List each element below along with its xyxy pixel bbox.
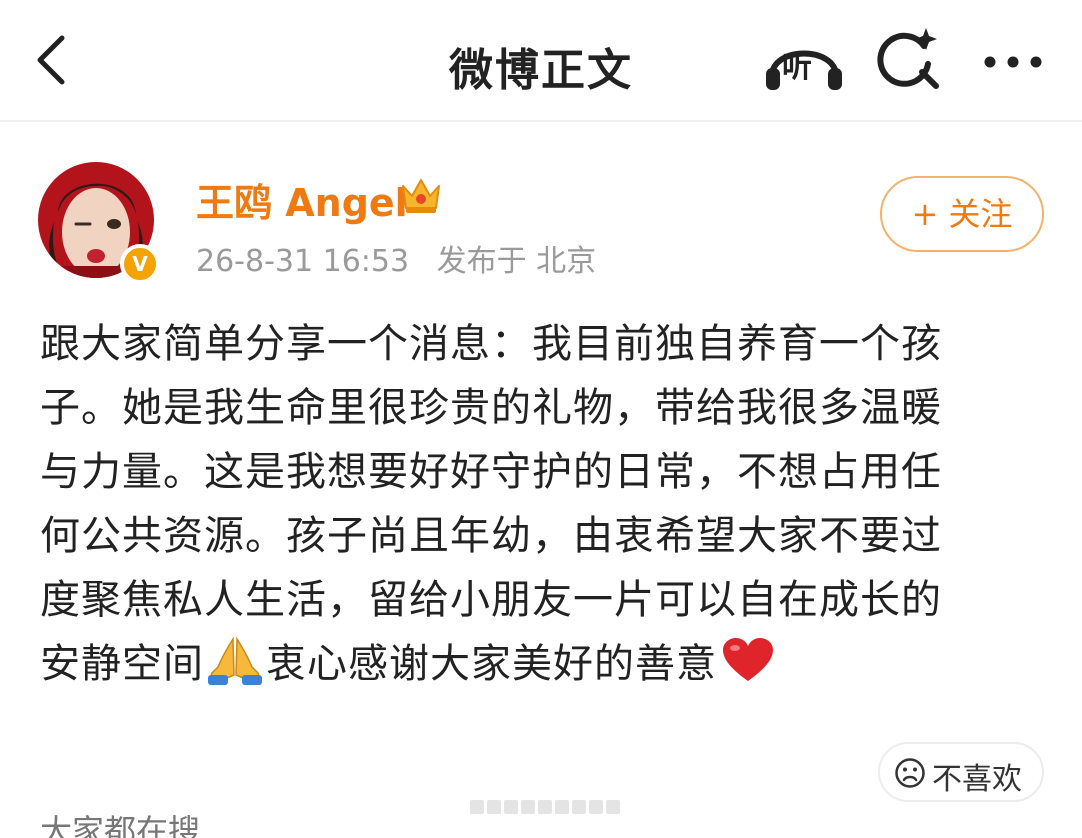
indicator-dot	[487, 800, 501, 814]
post-line: 子。她是我生命里很珍贵的礼物，带给我很多温暖	[40, 385, 942, 431]
listen-label: 听	[782, 50, 812, 85]
more-button[interactable]	[978, 42, 1048, 82]
search-sparkle-icon	[877, 28, 939, 89]
more-dots-icon	[984, 56, 1042, 68]
post-meta: 26-8-31 16:53 发布于 北京	[196, 236, 596, 280]
verified-badge: V	[120, 244, 160, 284]
post-text-segment: 安静空间	[40, 641, 204, 687]
post-content: 跟大家简单分享一个消息：我目前独自养育一个孩 子。她是我生命里很珍贵的礼物，带给…	[40, 312, 1040, 696]
indicator-dot	[589, 800, 603, 814]
scroll-indicator	[470, 800, 620, 814]
indicator-dot	[470, 800, 484, 814]
indicator-dot	[538, 800, 552, 814]
listen-button[interactable]: 听	[764, 30, 844, 92]
post-line: 何公共资源。孩子尚且年幼，由衷希望大家不要过	[40, 513, 942, 559]
dislike-button[interactable]: 不喜欢	[878, 742, 1044, 802]
author-avatar-wrap: V	[38, 162, 160, 284]
indicator-dot	[572, 800, 586, 814]
dislike-label: 不喜欢	[932, 762, 1022, 797]
post-text-segment: 衷心感谢大家美好的善意	[266, 641, 717, 687]
post-location: 发布于 北京	[436, 244, 597, 279]
search-button[interactable]	[876, 26, 942, 92]
post-line-last: 安静空间 衷心感谢大家美好的善意	[40, 632, 1040, 696]
indicator-dot	[606, 800, 620, 814]
indicator-dot	[521, 800, 535, 814]
post-line: 度聚焦私人生活，留给小朋友一片可以自在成长的	[40, 577, 942, 623]
heart-emoji-icon	[723, 638, 773, 681]
sad-face-icon	[895, 758, 925, 788]
indicator-dot	[504, 800, 518, 814]
trending-label: 大家都在搜	[40, 812, 201, 838]
author-name[interactable]: 王鸥 Angel	[196, 172, 408, 227]
top-bar: 微博正文 听	[0, 0, 1082, 122]
pray-emoji-icon	[208, 636, 262, 685]
crown-icon	[402, 179, 440, 213]
post-line: 跟大家简单分享一个消息：我目前独自养育一个孩	[40, 321, 942, 367]
post-line: 与力量。这是我想要好好守护的日常，不想占用任	[40, 449, 942, 495]
indicator-dot	[555, 800, 569, 814]
post-timestamp: 26-8-31 16:53	[196, 244, 410, 279]
follow-button[interactable]: + 关注	[880, 176, 1044, 252]
